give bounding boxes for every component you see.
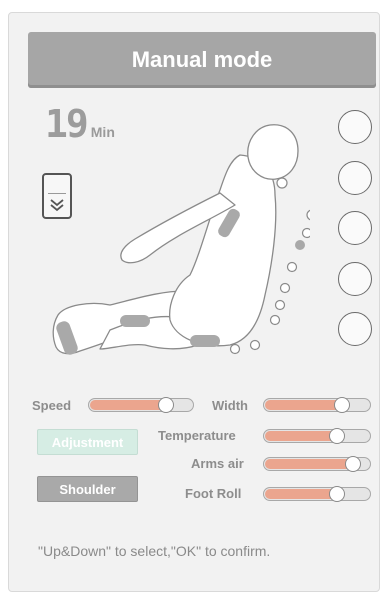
foot-roll-slider[interactable] xyxy=(263,486,371,502)
massage-point-hips[interactable] xyxy=(338,262,372,296)
foot-roll-slider-knob[interactable] xyxy=(329,486,345,502)
speed-slider[interactable] xyxy=(88,397,194,413)
width-label: Width xyxy=(212,398,248,413)
speed-slider-knob[interactable] xyxy=(158,397,174,413)
arms-air-slider-knob[interactable] xyxy=(345,456,361,472)
foot-roll-slider-fill xyxy=(265,489,338,499)
page-title-text: Manual mode xyxy=(131,47,273,72)
page-title: Manual mode xyxy=(28,32,376,88)
speed-label: Speed xyxy=(32,398,72,413)
body-figure-illustration xyxy=(52,124,310,355)
temperature-slider-knob[interactable] xyxy=(329,428,345,444)
shoulder-button[interactable]: Shoulder xyxy=(37,476,138,502)
temperature-slider[interactable] xyxy=(263,428,371,444)
foot-roll-label: Foot Roll xyxy=(185,486,242,501)
instruction-hint: "Up&Down" to select,"OK" to confirm. xyxy=(38,543,271,559)
arms-air-slider-fill xyxy=(265,459,354,469)
arms-air-label: Arms air xyxy=(191,456,244,471)
shoulder-button-label: Shoulder xyxy=(59,481,116,497)
width-slider-knob[interactable] xyxy=(334,397,350,413)
arms-air-slider[interactable] xyxy=(263,456,371,472)
adjustment-button[interactable]: Adjustment xyxy=(37,429,138,455)
width-slider[interactable] xyxy=(263,397,371,413)
massage-point-upper-back[interactable] xyxy=(338,161,372,195)
adjustment-button-label: Adjustment xyxy=(51,434,124,450)
massage-point-waist[interactable] xyxy=(338,211,372,245)
speed-slider-fill xyxy=(90,400,167,410)
massage-point-legs[interactable] xyxy=(338,312,372,346)
temperature-slider-fill xyxy=(265,431,338,441)
width-slider-fill xyxy=(265,400,343,410)
massage-point-neck[interactable] xyxy=(338,110,372,144)
temperature-label: Temperature xyxy=(158,428,236,443)
